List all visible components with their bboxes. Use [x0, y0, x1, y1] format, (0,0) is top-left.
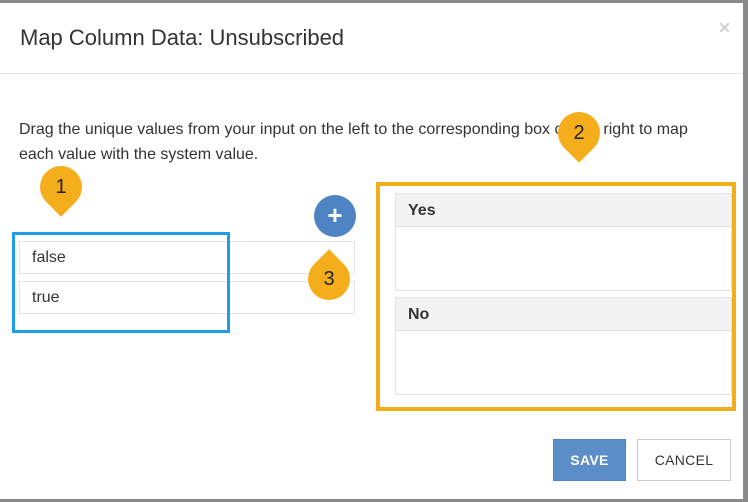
close-icon[interactable]: × — [718, 17, 731, 39]
add-button[interactable]: + — [314, 195, 356, 237]
drop-zone-yes[interactable] — [396, 227, 731, 291]
save-button[interactable]: SAVE — [553, 439, 626, 481]
cancel-button[interactable]: CANCEL — [637, 439, 731, 481]
target-box-no[interactable]: No — [395, 297, 732, 395]
input-value-false[interactable]: false — [19, 241, 355, 274]
dialog-title: Map Column Data: Unsubscribed — [20, 25, 345, 50]
target-label-yes: Yes — [396, 194, 731, 227]
target-values-panel: Yes No — [395, 193, 732, 401]
target-box-yes[interactable]: Yes — [395, 193, 732, 291]
drop-zone-no[interactable] — [396, 331, 731, 395]
dialog-header: Map Column Data: Unsubscribed × — [0, 3, 743, 74]
input-value-true[interactable]: true — [19, 281, 355, 314]
target-label-no: No — [396, 298, 731, 331]
input-values-list: false true — [19, 241, 355, 321]
instructions-text: Drag the unique values from your input o… — [19, 121, 688, 163]
